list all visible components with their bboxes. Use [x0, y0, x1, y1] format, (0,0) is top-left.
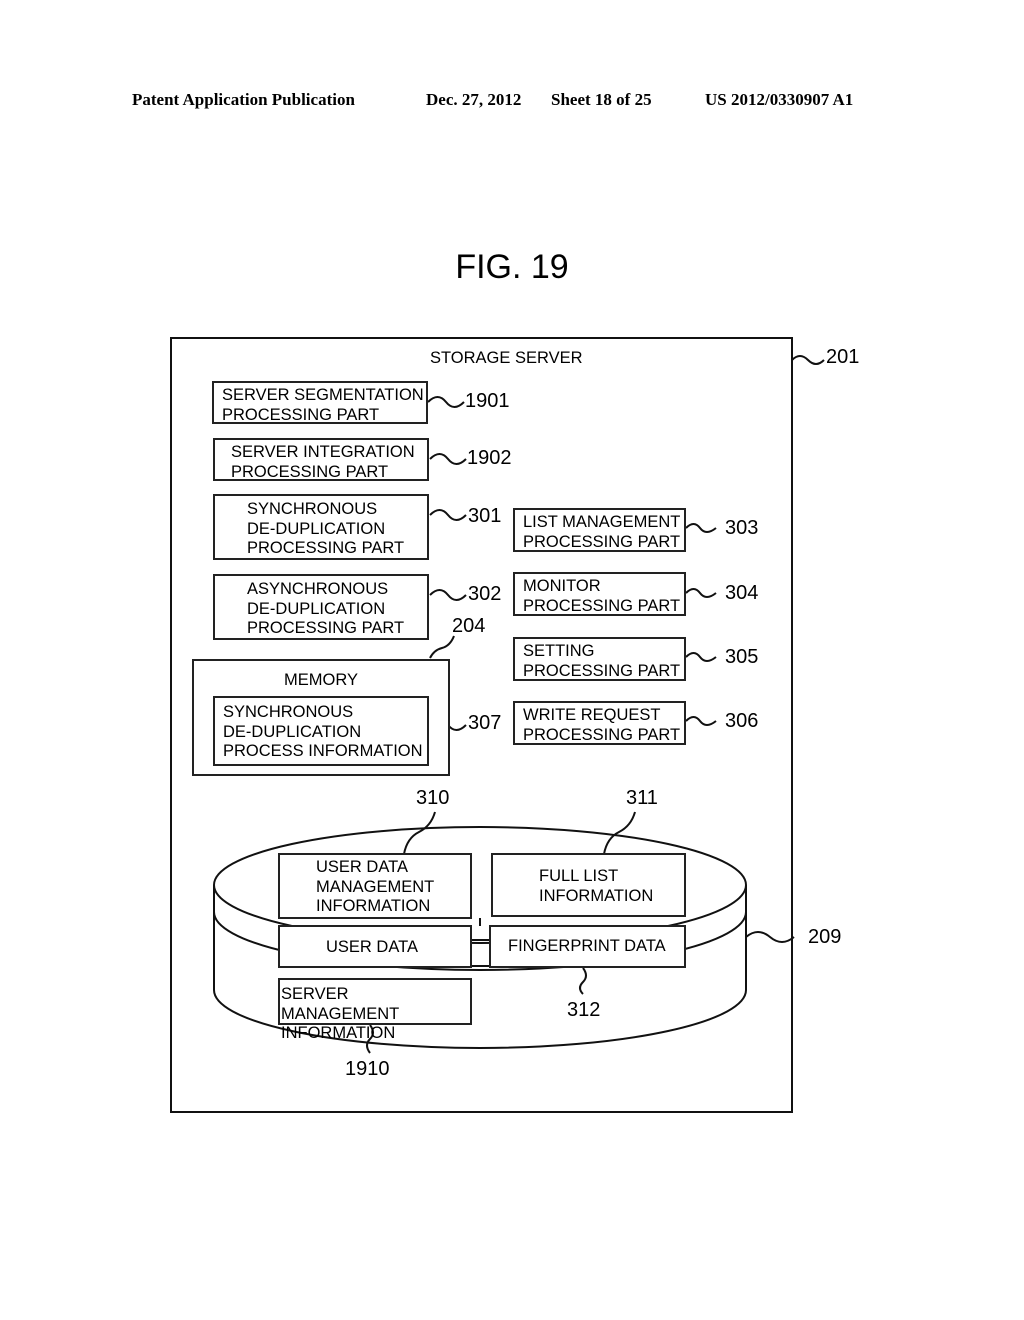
leader-201	[791, 355, 825, 365]
ref-312: 312	[567, 999, 601, 1021]
leader-306	[685, 716, 717, 726]
sync-dedup-part: SYNCHRONOUS DE-DUPLICATION PROCESSING PA…	[213, 494, 429, 560]
ref-204: 204	[452, 615, 486, 637]
ref-201: 201	[826, 346, 860, 368]
leader-311	[603, 811, 636, 855]
ref-1910: 1910	[345, 1058, 390, 1080]
ref-1901: 1901	[465, 390, 510, 412]
sync-dedup-process-info: SYNCHRONOUS DE-DUPLICATION PROCESS INFOR…	[213, 696, 429, 766]
ref-307: 307	[468, 712, 502, 734]
leader-204	[429, 635, 455, 659]
ref-1902: 1902	[467, 447, 512, 469]
user-data-management-info: USER DATA MANAGEMENT INFORMATION	[278, 853, 472, 919]
server-segmentation-part: SERVER SEGMENTATION PROCESSING PART	[212, 381, 428, 424]
leader-302	[429, 589, 467, 601]
storage-server-title: STORAGE SERVER	[430, 349, 583, 367]
leader-1902	[429, 453, 467, 465]
leader-303	[685, 523, 717, 533]
fingerprint-data: FINGERPRINT DATA	[489, 925, 686, 968]
monitor-part: MONITOR PROCESSING PART	[513, 572, 686, 616]
ref-306: 306	[725, 710, 759, 732]
ref-310: 310	[416, 787, 450, 809]
leader-209	[745, 931, 795, 943]
ref-305: 305	[725, 646, 759, 668]
leader-1901	[427, 396, 465, 408]
ref-303: 303	[725, 517, 759, 539]
leader-312	[579, 967, 587, 995]
leader-304	[685, 588, 717, 598]
leader-310	[403, 811, 436, 855]
user-data: USER DATA	[278, 925, 472, 968]
server-integration-part: SERVER INTEGRATION PROCESSING PART	[213, 438, 429, 481]
server-management-info: SERVER MANAGEMENT INFORMATION	[278, 978, 472, 1042]
setting-part: SETTING PROCESSING PART	[513, 637, 686, 681]
diagram-lines	[170, 337, 825, 1113]
ref-304: 304	[725, 582, 759, 604]
ref-301: 301	[468, 505, 502, 527]
leader-305	[685, 652, 717, 662]
async-dedup-part: ASYNCHRONOUS DE-DUPLICATION PROCESSING P…	[213, 574, 429, 640]
ref-311: 311	[626, 787, 658, 809]
memory-title: MEMORY	[284, 671, 358, 689]
leader-301	[429, 509, 467, 521]
write-request-part: WRITE REQUEST PROCESSING PART	[513, 701, 686, 745]
ref-302: 302	[468, 583, 502, 605]
ref-209: 209	[808, 926, 842, 948]
full-list-info: FULL LIST INFORMATION	[491, 853, 686, 917]
list-management-part: LIST MANAGEMENT PROCESSING PART	[513, 508, 686, 552]
